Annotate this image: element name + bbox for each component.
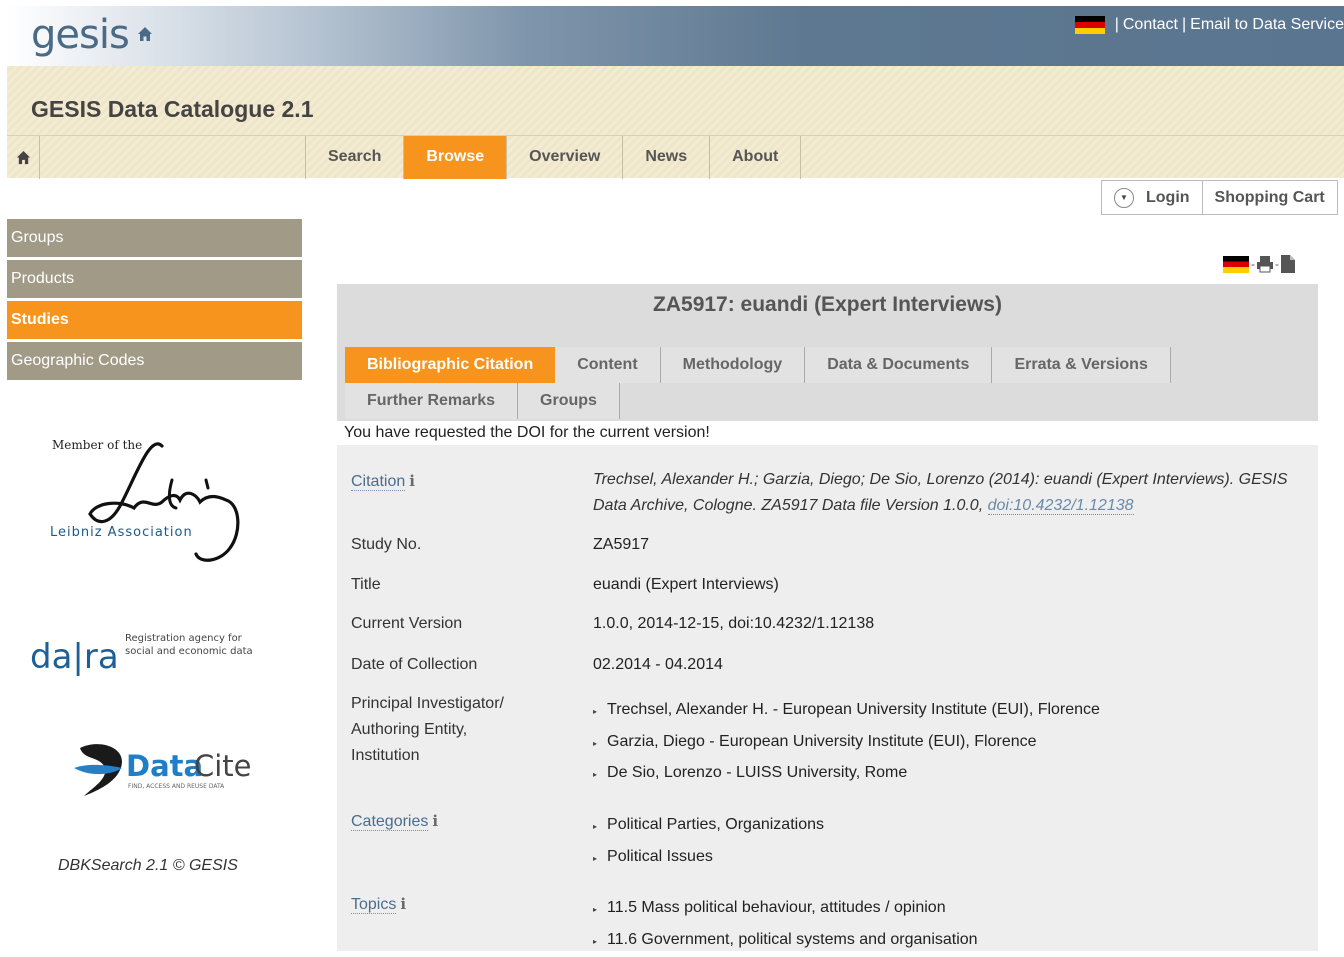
pi-label-line-3: Institution bbox=[351, 747, 420, 764]
tab-bibliographic-citation[interactable]: Bibliographic Citation bbox=[345, 347, 556, 383]
contact-link[interactable]: Contact bbox=[1123, 16, 1178, 34]
nav-items: Search Browse Overview News About bbox=[305, 136, 802, 179]
top-links: | Contact | Email to Data Service bbox=[1074, 16, 1344, 34]
print-icon[interactable] bbox=[1255, 255, 1275, 273]
home-icon bbox=[16, 150, 30, 165]
main-nav: Search Browse Overview News About bbox=[7, 135, 1344, 179]
gesis-logo[interactable]: gesis bbox=[31, 12, 130, 58]
user-buttons: ▼ Login Shopping Cart bbox=[1101, 180, 1338, 215]
list-item: Political Parties, Organizations bbox=[593, 809, 824, 841]
categories-list: Political Parties, Organizations Politic… bbox=[593, 809, 824, 872]
title-value: euandi (Expert Interviews) bbox=[593, 576, 779, 593]
citation-text: Trechsel, Alexander H.; Garzia, Diego; D… bbox=[593, 467, 1308, 519]
home-icon[interactable] bbox=[137, 26, 153, 42]
collection-value: 02.2014 - 04.2014 bbox=[593, 656, 723, 673]
doi-message: You have requested the DOI for the curre… bbox=[344, 424, 710, 441]
top-banner: gesis | Contact | Email to Data Service bbox=[7, 6, 1344, 66]
nav-browse[interactable]: Browse bbox=[404, 136, 508, 179]
study-heading: ZA5917: euandi (Expert Interviews) bbox=[337, 284, 1318, 339]
study-details: Citation i Trechsel, Alexander H.; Garzia… bbox=[337, 445, 1318, 951]
collection-label: Date of Collection bbox=[351, 656, 478, 673]
list-item: Trechsel, Alexander H. - European Univer… bbox=[593, 694, 1100, 726]
study-tabs: Bibliographic Citation Content Methodolo… bbox=[337, 339, 1318, 421]
list-item: Political Issues bbox=[593, 841, 824, 873]
info-icon[interactable]: i bbox=[432, 808, 442, 834]
shopping-cart-button[interactable]: Shopping Cart bbox=[1202, 180, 1338, 215]
list-item: 11.5 Mass political behaviour, attitudes… bbox=[593, 892, 978, 924]
dara-tagline-2: social and economic data bbox=[125, 646, 253, 657]
leibniz-member-text: Member of the bbox=[52, 438, 142, 452]
datacite-cite-text: Cite bbox=[194, 749, 252, 783]
categories-label-row: Categories i bbox=[351, 808, 442, 835]
datacite-data-text: Data bbox=[126, 749, 203, 783]
list-item: De Sio, Lorenzo - LUISS University, Rome bbox=[593, 757, 1100, 789]
title-label: Title bbox=[351, 576, 381, 593]
nav-search[interactable]: Search bbox=[306, 136, 405, 179]
pi-label-line-2: Authoring Entity, bbox=[351, 721, 468, 738]
leibniz-association-text: Leibniz Association bbox=[50, 525, 193, 540]
leibniz-association-logo[interactable]: Member of the Leibniz Association bbox=[50, 436, 250, 571]
sidebar-item-products[interactable]: Products bbox=[7, 260, 302, 298]
categories-label[interactable]: Categories bbox=[351, 813, 429, 831]
pi-label-line-1: Principal Investigator/ bbox=[351, 695, 504, 712]
citation-label[interactable]: Citation bbox=[351, 473, 406, 491]
nav-about[interactable]: About bbox=[710, 136, 802, 179]
version-label: Current Version bbox=[351, 615, 463, 632]
chevron-down-icon: ▼ bbox=[1114, 187, 1134, 208]
sidebar-item-groups[interactable]: Groups bbox=[7, 219, 302, 257]
nav-overview[interactable]: Overview bbox=[507, 136, 624, 179]
nav-news[interactable]: News bbox=[623, 136, 711, 179]
page-tools: - - bbox=[1223, 254, 1297, 274]
topics-label[interactable]: Topics bbox=[351, 896, 397, 914]
sidebar: Groups Products Studies Geographic Codes bbox=[7, 219, 302, 383]
separator: | bbox=[1182, 16, 1187, 33]
document-icon[interactable] bbox=[1279, 254, 1297, 274]
email-data-service-link[interactable]: Email to Data Service bbox=[1190, 16, 1344, 34]
dbksearch-footer: DBKSearch 2.1 © GESIS bbox=[58, 857, 238, 874]
study-no-label: Study No. bbox=[351, 536, 422, 553]
investigators-list: Trechsel, Alexander H. - European Univer… bbox=[593, 694, 1100, 789]
citation-body: Trechsel, Alexander H.; Garzia, Diego; D… bbox=[593, 471, 1288, 514]
dara-logo[interactable]: da|ra Registration agency for social and… bbox=[30, 628, 260, 678]
sidebar-item-geographic-codes[interactable]: Geographic Codes bbox=[7, 342, 302, 380]
catalogue-header: GESIS Data Catalogue 2.1 Search Browse O… bbox=[7, 66, 1344, 179]
tab-row-2: Further Remarks Groups bbox=[345, 383, 620, 419]
login-label: Login bbox=[1146, 188, 1190, 206]
catalogue-title: GESIS Data Catalogue 2.1 bbox=[31, 96, 314, 122]
sidebar-item-studies[interactable]: Studies bbox=[7, 301, 302, 339]
dara-logo-text: da|ra bbox=[30, 637, 119, 677]
pi-label: Principal Investigator/ Authoring Entity… bbox=[351, 691, 504, 769]
tab-groups[interactable]: Groups bbox=[518, 383, 620, 419]
tab-row-1: Bibliographic Citation Content Methodolo… bbox=[345, 347, 1171, 383]
tab-further-remarks[interactable]: Further Remarks bbox=[345, 383, 519, 419]
separator: | bbox=[1114, 16, 1119, 33]
citation-label-row: Citation i bbox=[351, 468, 419, 495]
citation-doi-link[interactable]: doi:10.4232/1.12138 bbox=[987, 497, 1134, 515]
info-icon[interactable]: i bbox=[400, 891, 410, 917]
nav-home-button[interactable] bbox=[7, 136, 40, 179]
datacite-tagline: FIND, ACCESS AND REUSE DATA bbox=[128, 783, 225, 790]
study-no-value: ZA5917 bbox=[593, 536, 650, 553]
datacite-logo[interactable]: Data Cite FIND, ACCESS AND REUSE DATA bbox=[70, 738, 255, 798]
tab-methodology[interactable]: Methodology bbox=[660, 347, 806, 383]
tab-content[interactable]: Content bbox=[555, 347, 661, 383]
topics-label-row: Topics i bbox=[351, 891, 410, 918]
german-flag-icon[interactable] bbox=[1074, 16, 1105, 34]
login-button[interactable]: ▼ Login bbox=[1101, 180, 1203, 215]
version-value: 1.0.0, 2014-12-15, doi:10.4232/1.12138 bbox=[593, 615, 875, 632]
tab-errata-versions[interactable]: Errata & Versions bbox=[992, 347, 1171, 383]
info-icon[interactable]: i bbox=[409, 468, 419, 494]
tab-data-documents[interactable]: Data & Documents bbox=[805, 347, 993, 383]
list-item: Garzia, Diego - European University Inst… bbox=[593, 726, 1100, 758]
german-flag-icon[interactable] bbox=[1223, 255, 1249, 273]
list-item: 11.6 Government, political systems and o… bbox=[593, 924, 978, 956]
topics-list: 11.5 Mass political behaviour, attitudes… bbox=[593, 892, 978, 955]
dara-tagline-1: Registration agency for bbox=[125, 633, 243, 644]
